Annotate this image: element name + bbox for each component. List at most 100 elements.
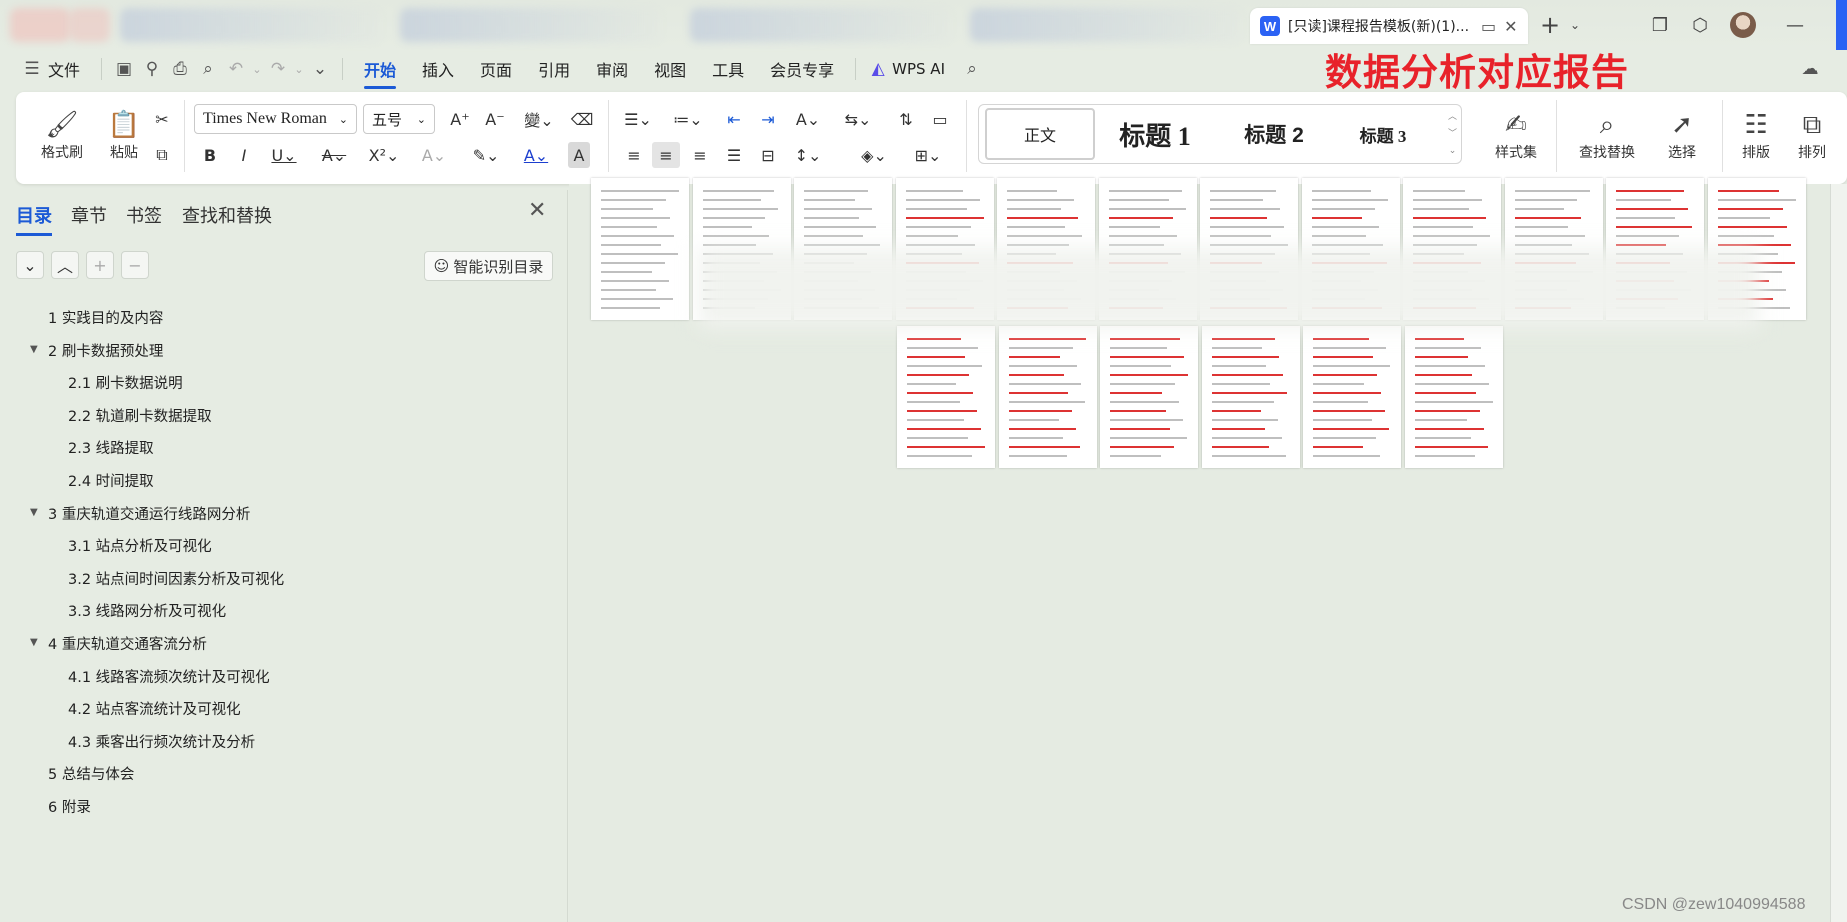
tab-view[interactable]: 视图: [641, 57, 699, 81]
page-thumbnail[interactable]: [1100, 326, 1198, 468]
chevron-down-icon[interactable]: ⌄: [306, 59, 334, 79]
toc-item[interactable]: 2.4 时间提取: [68, 470, 154, 491]
toc-item[interactable]: 3 重庆轨道交通运行线路网分析: [48, 503, 250, 524]
hamburger-icon[interactable]: ☰: [18, 59, 46, 79]
toc-item[interactable]: 2.2 轨道刷卡数据提取: [68, 405, 212, 426]
toc-item[interactable]: 2 刷卡数据预处理: [48, 340, 163, 361]
toc-item[interactable]: 3.2 站点间时间因素分析及可视化: [68, 568, 284, 589]
highlight-icon[interactable]: ✎⌄: [468, 142, 504, 168]
search-icon[interactable]: ⌕: [958, 59, 986, 79]
style-normal[interactable]: 正文: [985, 108, 1095, 160]
tab-review[interactable]: 审阅: [583, 57, 641, 81]
close-icon[interactable]: ✕: [528, 198, 546, 223]
toc-item[interactable]: 4.2 站点客流统计及可视化: [68, 698, 241, 719]
restore-window-icon[interactable]: ❐: [1645, 10, 1675, 40]
vertical-scrollbar[interactable]: [1830, 184, 1847, 922]
page-thumbnail[interactable]: [998, 326, 1097, 468]
ruler-icon[interactable]: ▭: [926, 106, 954, 132]
layout-button[interactable]: ☷ 排版: [1730, 102, 1782, 168]
blurred-tab[interactable]: [120, 8, 380, 42]
toc-item[interactable]: 4 重庆轨道交通客流分析: [48, 633, 207, 654]
phonetic-guide-icon[interactable]: 變⌄: [521, 106, 557, 132]
borders-icon[interactable]: ⊞⌄: [910, 142, 946, 168]
swap-icon[interactable]: ⇆⌄: [840, 106, 876, 132]
chevron-down-icon[interactable]: ⌄: [1560, 10, 1590, 40]
tab-bookmarks[interactable]: 书签: [126, 202, 162, 228]
redo-icon[interactable]: ↷: [264, 59, 292, 79]
gallery-scroll[interactable]: ︿ ﹀ ⌄: [1448, 109, 1457, 160]
underline-icon[interactable]: U⌄: [266, 142, 302, 168]
clear-format-icon[interactable]: ⌫: [568, 106, 596, 132]
cut-icon[interactable]: ✂: [148, 106, 176, 132]
font-size-select[interactable]: 五号 ⌄: [363, 104, 435, 134]
tab-toc[interactable]: 目录: [16, 202, 52, 236]
align-center-icon[interactable]: ≡: [652, 142, 680, 168]
style-heading-3[interactable]: 标题 3: [1333, 108, 1433, 160]
bullet-list-icon[interactable]: ☰⌄: [620, 106, 656, 132]
format-painter-button[interactable]: 🖌 格式刷: [32, 102, 92, 168]
minimize-icon[interactable]: —: [1780, 10, 1810, 40]
toc-item[interactable]: 2.3 线路提取: [68, 437, 154, 458]
tab-find-replace[interactable]: 查找和替换: [182, 202, 272, 228]
page-thumbnail[interactable]: [897, 326, 995, 468]
save-icon[interactable]: ▣: [110, 59, 138, 79]
monitor-icon[interactable]: ▭: [1481, 17, 1496, 36]
avatar-button[interactable]: [1728, 10, 1758, 40]
font-color-icon[interactable]: A⌄: [518, 142, 554, 168]
page-thumbnail[interactable]: [1201, 326, 1300, 468]
text-effect-icon[interactable]: A⌄: [416, 142, 452, 168]
tab-home[interactable]: 开始: [351, 57, 409, 89]
wps-ai-icon[interactable]: ◭: [864, 59, 892, 79]
strikethrough-icon[interactable]: A⌄: [316, 142, 352, 168]
file-menu[interactable]: 文件: [46, 57, 93, 81]
line-spacing-icon[interactable]: ↕⌄: [790, 142, 826, 168]
close-icon[interactable]: ✕: [1504, 17, 1517, 36]
undo-icon[interactable]: ↶: [222, 59, 250, 79]
cloud-icon[interactable]: ☁: [1796, 59, 1824, 79]
distribute-icon[interactable]: ⊟: [754, 142, 782, 168]
paste-button[interactable]: 📋 粘贴: [96, 102, 152, 168]
expand-caret-icon[interactable]: ▼: [30, 507, 38, 518]
expand-caret-icon[interactable]: ▼: [30, 344, 38, 355]
text-direction-icon[interactable]: A⌄: [790, 106, 826, 132]
character-shading-icon[interactable]: A: [568, 142, 590, 168]
active-document-tab[interactable]: W [只读]课程报告模板(新)(1)... ▭ ✕: [1250, 8, 1528, 44]
numbered-list-icon[interactable]: ≔⌄: [670, 106, 706, 132]
page-thumbnail[interactable]: [1404, 326, 1503, 468]
shading-icon[interactable]: ◈⌄: [856, 142, 892, 168]
collapse-all-button[interactable]: ⌄: [16, 251, 44, 279]
toc-item[interactable]: 4.3 乘客出行频次统计及分析: [68, 731, 255, 752]
page-thumbnail[interactable]: [1303, 326, 1401, 468]
blurred-tab[interactable]: [970, 8, 1240, 42]
key-icon[interactable]: ⚲: [138, 59, 166, 79]
toc-item[interactable]: 4.1 线路客流频次统计及可视化: [68, 666, 270, 687]
select-button[interactable]: ➚ 选择: [1652, 102, 1712, 168]
smart-toc-button[interactable]: ☺ 智能识别目录: [424, 251, 553, 281]
tab-references[interactable]: 引用: [525, 57, 583, 81]
blurred-tab[interactable]: [690, 8, 950, 42]
print-preview-icon[interactable]: ⌕: [194, 59, 222, 79]
toc-item[interactable]: 3.1 站点分析及可视化: [68, 535, 212, 556]
chevron-down-icon[interactable]: ⌄: [292, 63, 306, 76]
cube-icon[interactable]: ⬡: [1685, 10, 1715, 40]
chevron-down-icon[interactable]: ⌄: [250, 63, 264, 76]
tab-member[interactable]: 会员专享: [757, 57, 847, 81]
shrink-font-icon[interactable]: A⁻: [481, 106, 509, 132]
font-name-select[interactable]: Times New Roman ⌄: [194, 104, 357, 134]
expand-caret-icon[interactable]: ▼: [30, 637, 38, 648]
sort-icon[interactable]: ⇅: [892, 106, 920, 132]
copy-icon[interactable]: ⧉: [148, 142, 176, 168]
find-replace-button[interactable]: ⌕ 查找替换: [1564, 102, 1650, 168]
arrange-button[interactable]: ⧉ 排列: [1786, 102, 1838, 168]
tab-chapters[interactable]: 章节: [71, 202, 107, 228]
toc-item[interactable]: 1 实践目的及内容: [48, 307, 163, 328]
blurred-tab[interactable]: [400, 8, 660, 42]
decrease-indent-icon[interactable]: ⇤: [720, 106, 748, 132]
tab-tools[interactable]: 工具: [699, 57, 757, 81]
blurred-tab[interactable]: [10, 8, 70, 42]
add-heading-button[interactable]: +: [86, 251, 114, 279]
expand-up-button[interactable]: ︿: [51, 251, 79, 279]
align-right-icon[interactable]: ≡: [686, 142, 714, 168]
justify-icon[interactable]: ☰: [720, 142, 748, 168]
grow-font-icon[interactable]: A⁺: [446, 106, 474, 132]
